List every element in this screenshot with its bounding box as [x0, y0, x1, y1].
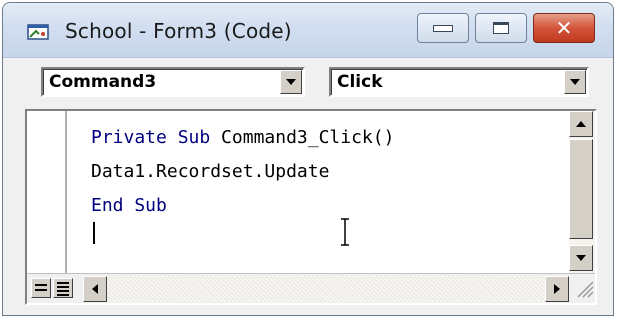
- object-combo-dropdown-button[interactable]: [280, 70, 302, 94]
- editor-bottom-bar: [27, 273, 595, 303]
- chevron-down-icon: [570, 79, 580, 85]
- scroll-down-button[interactable]: [569, 245, 593, 271]
- margin-separator: [65, 111, 67, 273]
- title-bar[interactable]: School - Form3 (Code) ✕: [3, 3, 613, 58]
- object-combo[interactable]: Command3: [41, 67, 305, 97]
- vertical-scroll-thumb[interactable]: [569, 139, 593, 239]
- code-keyword: Private Sub: [91, 127, 211, 148]
- chevron-down-icon: [286, 79, 296, 85]
- code-window: School - Form3 (Code) ✕ Command3 Click P…: [2, 2, 614, 316]
- maximize-icon: [493, 22, 509, 34]
- code-editor[interactable]: Private Sub Command3_Click() Data1.Record…: [91, 121, 394, 223]
- arrow-down-icon: [576, 255, 586, 261]
- arrow-up-icon: [576, 121, 586, 127]
- procedure-view-button[interactable]: [31, 278, 51, 298]
- code-keyword: End Sub: [91, 195, 167, 216]
- procedure-combo-value: Click: [337, 72, 383, 92]
- maximize-button[interactable]: [475, 13, 527, 43]
- code-text: Command3_Click(): [210, 127, 395, 148]
- horizontal-scrollbar[interactable]: [83, 276, 569, 302]
- ibeam-cursor-icon: [341, 218, 349, 246]
- close-icon: ✕: [555, 16, 573, 40]
- object-combo-value: Command3: [49, 72, 157, 92]
- margin-indicator-bar[interactable]: [27, 111, 69, 273]
- code-line: Private Sub Command3_Click(): [91, 121, 394, 155]
- procedure-combo-dropdown-button[interactable]: [564, 70, 586, 94]
- arrow-left-icon: [92, 284, 98, 294]
- scroll-right-button[interactable]: [545, 276, 569, 302]
- vb-code-window-icon: [27, 24, 49, 40]
- scroll-up-button[interactable]: [569, 111, 593, 137]
- arrow-right-icon: [554, 284, 560, 294]
- text-caret: [93, 222, 95, 244]
- resize-grip-icon[interactable]: [571, 275, 595, 303]
- scroll-left-button[interactable]: [83, 276, 107, 302]
- minimize-icon: [433, 24, 453, 32]
- procedure-combo[interactable]: Click: [329, 67, 589, 97]
- code-text: Data1.Recordset.Update: [91, 161, 330, 182]
- full-module-view-button[interactable]: [53, 278, 73, 298]
- window-title: School - Form3 (Code): [65, 19, 292, 43]
- minimize-button[interactable]: [417, 13, 469, 43]
- close-button[interactable]: ✕: [533, 13, 595, 43]
- code-editor-frame: Private Sub Command3_Click() Data1.Record…: [25, 109, 597, 305]
- vertical-scrollbar[interactable]: [569, 111, 595, 273]
- code-line: Data1.Recordset.Update: [91, 155, 394, 189]
